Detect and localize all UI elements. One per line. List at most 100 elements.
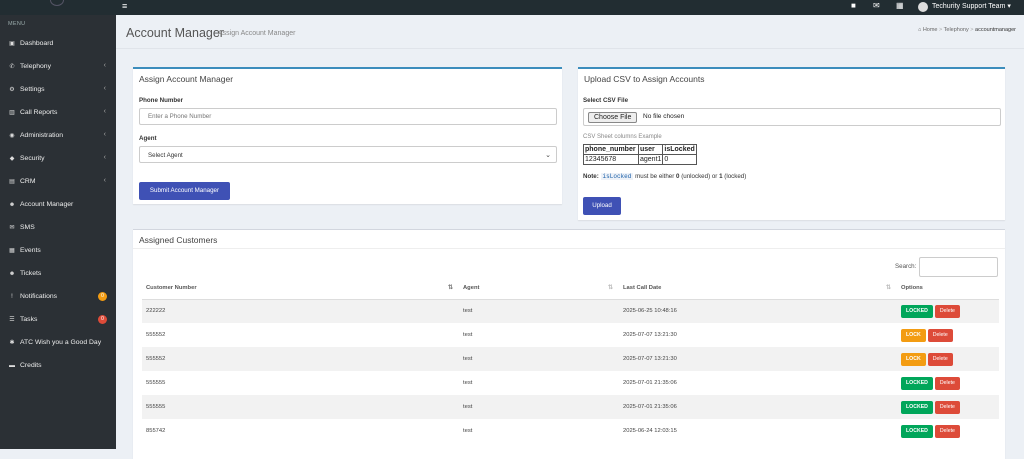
avatar[interactable] xyxy=(918,2,928,12)
customer-number-cell: 555552 xyxy=(146,332,166,338)
sidebar-item-events[interactable]: ▦ Events xyxy=(0,239,116,262)
sidebar-item-sms[interactable]: ✉ SMS xyxy=(0,216,116,239)
dashboard-icon: ▣ xyxy=(9,41,15,47)
phone-number-input[interactable] xyxy=(139,108,557,125)
sms-icon: ✉ xyxy=(9,225,15,231)
col-options: Options xyxy=(897,278,999,300)
submit-account-manager-button[interactable]: Submit Account Manager xyxy=(139,182,230,200)
note-text: must be either xyxy=(635,173,675,180)
customer-number-cell: 555555 xyxy=(142,395,459,419)
last-call-date-cell: 2025-06-25 10:48:16 xyxy=(619,299,897,323)
last-call-date-cell: 2025-07-01 21:35:06 xyxy=(623,380,677,386)
col-agent[interactable]: Agent ⇅ xyxy=(459,278,619,300)
agent-cell: test xyxy=(459,395,619,419)
customers-table-body: 222222 test 2025-06-25 10:48:16 LOCKED Delet… xyxy=(142,299,999,443)
agent-select[interactable]: Select Agent ⌄ xyxy=(139,146,557,163)
phone-number-label: Phone Number xyxy=(139,97,184,104)
sidebar-item-label: Notifications xyxy=(20,293,58,300)
tickets-icon: ☻ xyxy=(8,270,16,277)
chevron-left-icon: ‹ xyxy=(103,108,106,115)
last-call-date-cell: 2025-07-07 13:21:30 xyxy=(623,332,677,338)
csv-col-user: user xyxy=(637,144,664,155)
delete-button[interactable]: Delete xyxy=(934,376,960,390)
sidebar-item-administration[interactable]: ◉ Administration ‹ xyxy=(0,124,116,147)
csv-example-header: phone_number user isLocked xyxy=(583,144,697,155)
chevron-left-icon: ‹ xyxy=(103,154,106,161)
search-input[interactable] xyxy=(919,257,998,277)
csv-col-phone: phone_number xyxy=(583,144,639,155)
sidebar-item-security[interactable]: ◆ Security ‹ xyxy=(0,147,116,170)
csv-file-input[interactable]: Choose File No file chosen xyxy=(583,108,1001,126)
sidebar-item-notifications[interactable]: ! Notifications 0 xyxy=(0,285,116,308)
sidebar-item-label: Settings xyxy=(20,86,45,93)
col-customer-number[interactable]: Customer Number ⇅ xyxy=(142,278,459,300)
delete-button[interactable]: Delete xyxy=(927,352,953,366)
page-subtitle: Assign Account Manager xyxy=(218,30,296,37)
last-call-date-cell: 2025-06-24 12:03:15 xyxy=(623,428,677,434)
sidebar-item-dashboard[interactable]: ▣ Dashboard xyxy=(0,32,116,55)
customer-number-cell: 555552 xyxy=(142,347,459,371)
col-label: Customer Number xyxy=(146,285,197,292)
choose-file-button[interactable]: Choose File xyxy=(588,112,638,123)
customers-table: Customer Number ⇅ Agent ⇅ Last Call Date ⇅ … xyxy=(142,278,999,443)
envelope-icon[interactable]: ✉ xyxy=(873,1,880,10)
table-header-row: Customer Number ⇅ Agent ⇅ Last Call Date ⇅ … xyxy=(142,278,999,300)
options-cell: LOCK Delete xyxy=(897,323,999,347)
sidebar-toggle-button[interactable]: ≡ xyxy=(122,1,127,11)
lock-toggle-button[interactable]: LOCK xyxy=(901,352,926,366)
lock-toggle-button[interactable]: LOCKED xyxy=(901,304,933,318)
breadcrumb-telephony[interactable]: Telephony xyxy=(944,27,969,33)
assign-account-manager-panel: Assign Account Manager Phone Number Agen… xyxy=(133,67,562,204)
lock-toggle-button[interactable]: LOCK xyxy=(901,328,926,342)
table-row: 555555 test 2025-07-01 21:35:06 LOCKED Delet… xyxy=(142,371,999,395)
sidebar: MENU ▣ Dashboard ✆ Telephony ‹ ⚙ Settings ‹ ▥ Cal… xyxy=(0,15,116,449)
sidebar-item-crm[interactable]: ▤ CRM ‹ xyxy=(0,170,116,193)
settings-icon: ⚙ xyxy=(9,87,15,93)
atc-greeting-icon: ✱ xyxy=(9,340,15,346)
note-value-1: 1 xyxy=(719,173,723,180)
lock-toggle-button[interactable]: LOCKED xyxy=(901,424,933,438)
sidebar-item-label: Account Manager xyxy=(20,201,74,208)
delete-button[interactable]: Delete xyxy=(934,400,960,414)
sidebar-item-label: Credits xyxy=(20,362,42,369)
sidebar-item-label: Telephony xyxy=(20,63,51,70)
telephony-icon: ✆ xyxy=(9,64,15,70)
lock-toggle-button[interactable]: LOCKED xyxy=(901,400,933,414)
col-last-call-date[interactable]: Last Call Date ⇅ xyxy=(619,278,897,300)
csv-col-islocked: isLocked xyxy=(662,144,697,155)
delete-button[interactable]: Delete xyxy=(927,328,953,342)
col-label: Agent xyxy=(463,285,480,292)
sidebar-item-call-reports[interactable]: ▥ Call Reports ‹ xyxy=(0,101,116,124)
sidebar-item-credits[interactable]: ▬ Credits xyxy=(0,354,116,377)
sidebar-item-account-manager[interactable]: ☻ Account Manager xyxy=(0,193,116,216)
agent-cell: test xyxy=(463,332,473,338)
upload-button[interactable]: Upload xyxy=(583,197,621,215)
agent-cell: test xyxy=(459,299,619,323)
sidebar-item-tickets[interactable]: ☻ Tickets xyxy=(0,262,116,285)
administration-icon: ◉ xyxy=(9,133,15,139)
user-menu[interactable]: Techurity Support Team ▾ xyxy=(932,2,1011,10)
sidebar-item-label: Tickets xyxy=(20,270,42,277)
agent-label: Agent xyxy=(139,135,157,142)
calendar-icon[interactable]: ▦ xyxy=(896,1,904,10)
breadcrumb-home[interactable]: Home xyxy=(923,27,938,33)
sidebar-item-settings[interactable]: ⚙ Settings ‹ xyxy=(0,78,116,101)
lock-toggle-button[interactable]: LOCKED xyxy=(901,376,933,390)
csv-cell-user: agent1 xyxy=(637,154,664,165)
delete-button[interactable]: Delete xyxy=(934,304,960,318)
sidebar-item-telephony[interactable]: ✆ Telephony ‹ xyxy=(0,55,116,78)
delete-button[interactable]: Delete xyxy=(934,424,960,438)
sidebar-item-tasks[interactable]: ☰ Tasks 0 xyxy=(0,308,116,331)
account-manager-icon: ☻ xyxy=(8,201,16,208)
chevron-down-icon: ⌄ xyxy=(545,152,551,159)
agent-select-value: Select Agent xyxy=(148,152,183,159)
home-icon: ⌂ xyxy=(917,27,922,33)
agent-cell: test xyxy=(463,428,473,434)
sidebar-item-atc-greeting[interactable]: ✱ ATC Wish you a Good Day xyxy=(0,331,116,354)
notifications-icon: ! xyxy=(11,293,13,300)
sort-asc-icon: ⇅ xyxy=(447,285,453,291)
sidebar-item-label: Call Reports xyxy=(20,109,58,116)
logo xyxy=(50,0,64,6)
puzzle-icon[interactable]: ■ xyxy=(851,1,856,10)
panel-title: Assigned Customers xyxy=(133,230,1005,249)
